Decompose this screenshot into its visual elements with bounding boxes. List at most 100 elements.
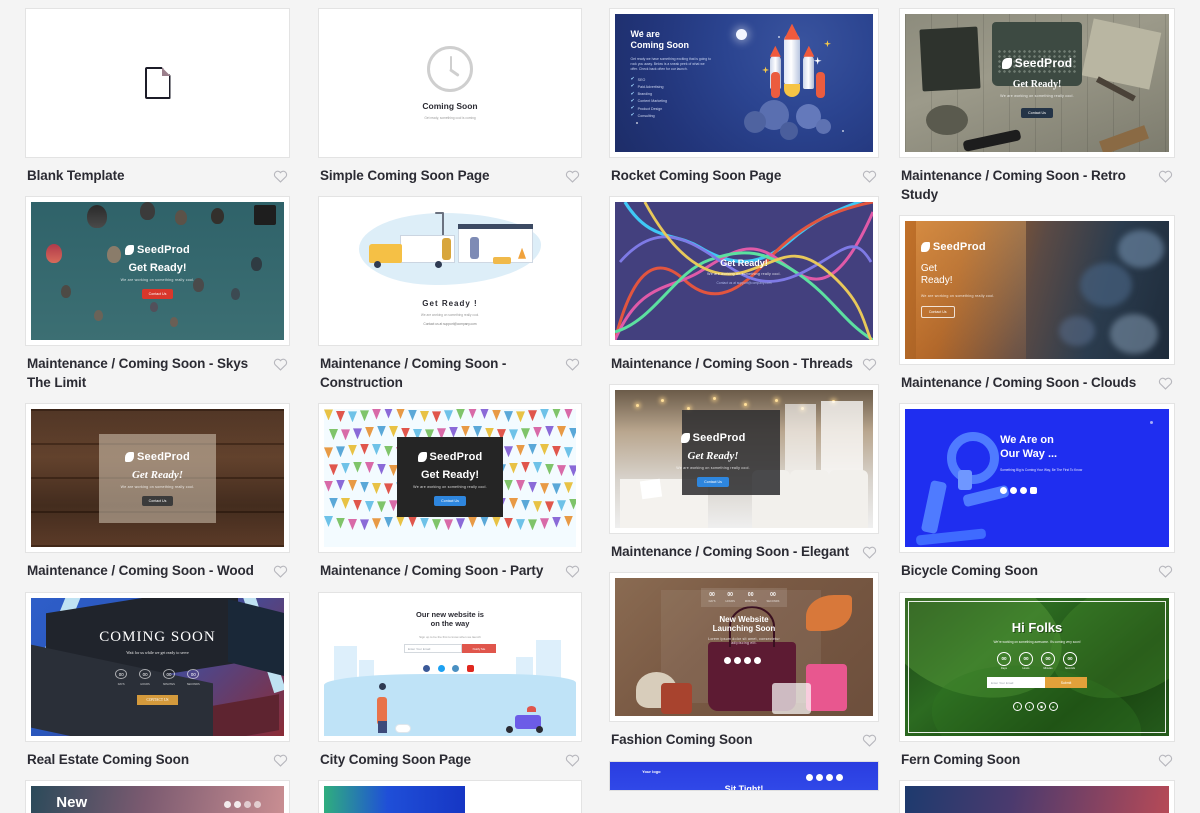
thumb-sub: We are working on something really cool. (413, 484, 487, 489)
favorite-heart-icon[interactable] (1158, 376, 1173, 391)
twitter-icon (815, 773, 823, 781)
template-thumbnail[interactable] (899, 779, 1175, 813)
template-card[interactable]: Your logo Sit Tight! (609, 760, 879, 791)
favorite-heart-icon[interactable] (862, 169, 877, 183)
thumb-heading: Get Ready! (1012, 79, 1062, 90)
template-thumbnail[interactable]: We Are on Our Way ... Something Big is C… (899, 403, 1175, 554)
template-thumbnail[interactable]: We are Coming Soon Get ready we have som… (609, 8, 879, 158)
template-card[interactable]: SeedProd Get Ready! We are working on so… (25, 196, 290, 392)
template-thumbnail[interactable]: SeedProd Get Ready! We are working on so… (899, 215, 1175, 366)
template-card[interactable]: SeedProd Get Ready! We are working on so… (609, 384, 879, 561)
template-thumbnail[interactable]: Coming Soon Get ready, something cool is… (318, 8, 582, 158)
seedprod-logo: SeedProd (417, 451, 483, 463)
template-card[interactable]: Our new website is on the way Sign up to… (318, 591, 582, 769)
template-thumbnail[interactable]: Get Ready! We are working on something r… (609, 196, 879, 347)
thumb-button: CONTACT US (137, 694, 178, 705)
thumb-body: Get ready we have something exciting tha… (630, 56, 711, 71)
template-card[interactable]: We Are on Our Way ... Something Big is C… (899, 403, 1175, 580)
countdown-value: 00 (1063, 651, 1077, 666)
template-thumbnail[interactable]: Hi Folks We're working on something awes… (899, 591, 1175, 742)
template-card[interactable]: 00 DAYS 00 HOURS 00 MINUTES 00 SECONDS New W… (609, 572, 879, 749)
clock-icon (427, 46, 473, 92)
template-thumbnail[interactable]: SeedProd Get Ready! We are working on so… (25, 403, 290, 554)
countdown-value: 00 (747, 592, 754, 599)
favorite-heart-icon[interactable] (273, 357, 288, 371)
thumb-button: Contact Us (141, 495, 174, 506)
template-card[interactable]: Get Ready! We are working on something r… (609, 196, 879, 373)
template-card[interactable]: New (25, 779, 290, 813)
template-card[interactable] (899, 779, 1175, 813)
countdown-label: DAYS (708, 600, 716, 604)
template-meta: Maintenance / Coming Soon - Elegant (609, 534, 879, 561)
template-meta: Fashion Coming Soon (609, 722, 879, 749)
template-thumbnail[interactable] (318, 779, 582, 813)
favorite-heart-icon[interactable] (565, 169, 580, 183)
facebook-icon (805, 773, 813, 781)
template-title: Maintenance / Coming Soon - Wood (27, 563, 254, 579)
countdown-label: SECONDS (766, 600, 780, 604)
instagram-icon (1020, 487, 1028, 495)
favorite-heart-icon[interactable] (565, 753, 580, 767)
youtube-icon (466, 665, 474, 673)
template-card[interactable]: Blank Template (25, 8, 290, 185)
template-thumbnail[interactable]: SeedProd Get Ready! We are working on so… (609, 384, 879, 535)
facebook-icon (724, 657, 731, 665)
favorite-heart-icon[interactable] (565, 357, 580, 371)
template-thumbnail[interactable] (25, 8, 290, 158)
template-thumbnail[interactable]: Get Ready ! We are working on something … (318, 196, 582, 347)
template-card[interactable] (318, 779, 582, 813)
template-thumbnail[interactable]: 00 DAYS 00 HOURS 00 MINUTES 00 SECONDS New W… (609, 572, 879, 723)
thumb-button: Contact Us (697, 476, 729, 487)
favorite-heart-icon[interactable] (273, 169, 288, 183)
thumb-heading: We Are on (1000, 434, 1054, 447)
countdown-label: Hours (1022, 667, 1030, 671)
template-title: Maintenance / Coming Soon - Elegant (611, 544, 850, 560)
template-thumbnail[interactable]: Your logo Sit Tight! (609, 760, 879, 791)
thumb-button: Contact Us (141, 288, 174, 299)
template-card[interactable]: Coming Soon Get ready, something cool is… (318, 8, 582, 185)
countdown-label: Days (1001, 667, 1007, 671)
template-card[interactable]: We are Coming Soon Get ready we have som… (609, 8, 879, 185)
thumb-sub: We are working on something really cool. (120, 484, 195, 489)
template-card[interactable]: SeedProd Get Ready! We are working on so… (25, 403, 290, 580)
thumb-contact: Contact us at support@company.com (716, 280, 772, 285)
template-thumbnail[interactable]: SeedProd Get Ready! We are working on so… (25, 196, 290, 347)
countdown-value: 00 (770, 592, 776, 599)
thumb-sub: We are working on something really cool. (676, 465, 750, 470)
thumb-button: Contact Us (1021, 108, 1053, 118)
thumb-heading: Our new website is (416, 609, 484, 619)
template-card[interactable]: Hi Folks We're working on something awes… (899, 591, 1175, 769)
feature-item: SEO (637, 77, 646, 82)
favorite-heart-icon[interactable] (565, 564, 580, 579)
template-thumbnail[interactable]: SeedProd Get Ready! We are working on so… (899, 8, 1175, 158)
template-card[interactable]: SeedProd Get Ready! We are working on so… (318, 403, 582, 580)
template-card[interactable]: COMING SOON Wait for us while we get rea… (25, 591, 290, 769)
thumb-heading: Get (920, 262, 937, 274)
template-meta: Maintenance / Coming Soon - Wood (25, 553, 290, 580)
favorite-heart-icon[interactable] (862, 733, 877, 748)
email-input: Enter Your Email (404, 644, 462, 654)
template-card[interactable]: SeedProd Get Ready! We are working on so… (899, 8, 1175, 204)
submit-button: Submit (1045, 677, 1087, 689)
favorite-heart-icon[interactable] (862, 545, 877, 560)
favorite-heart-icon[interactable] (1158, 169, 1173, 183)
countdown-value: 00 (163, 669, 175, 680)
thumb-button: Contact Us (920, 305, 955, 318)
template-title: City Coming Soon Page (320, 751, 471, 767)
template-title: Real Estate Coming Soon (27, 751, 189, 767)
template-meta: Maintenance / Coming Soon - Skys The Lim… (25, 346, 290, 392)
favorite-heart-icon[interactable] (273, 753, 288, 767)
template-card[interactable]: Get Ready ! We are working on something … (318, 196, 582, 392)
favorite-heart-icon[interactable] (273, 564, 288, 579)
template-title: Maintenance / Coming Soon - Clouds (901, 375, 1137, 391)
template-thumbnail[interactable]: New (25, 779, 290, 813)
template-thumbnail[interactable]: SeedProd Get Ready! We are working on so… (318, 403, 582, 554)
template-thumbnail[interactable]: Our new website is on the way Sign up to… (318, 591, 582, 742)
template-card[interactable]: SeedProd Get Ready! We are working on so… (899, 215, 1175, 392)
favorite-heart-icon[interactable] (862, 357, 877, 371)
favorite-heart-icon[interactable] (1158, 564, 1173, 579)
thumb-heading-2: on the way (430, 619, 470, 629)
template-thumbnail[interactable]: COMING SOON Wait for us while we get rea… (25, 591, 290, 742)
thumb-heading: Get Ready! (687, 449, 739, 462)
favorite-heart-icon[interactable] (1158, 753, 1173, 767)
